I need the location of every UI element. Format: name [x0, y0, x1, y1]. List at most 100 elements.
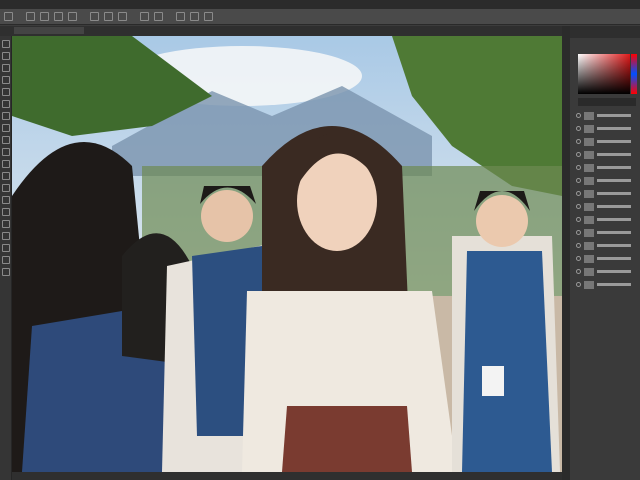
menu-bar[interactable] [0, 0, 640, 9]
layer-row[interactable] [576, 110, 638, 121]
zoom-tool-icon[interactable] [1, 256, 10, 264]
layer-row[interactable] [576, 266, 638, 277]
visibility-eye-icon[interactable] [576, 113, 581, 118]
layer-row[interactable] [576, 253, 638, 264]
document-tab[interactable] [0, 26, 562, 36]
visibility-eye-icon[interactable] [576, 243, 581, 248]
more-tools-icon[interactable] [1, 268, 10, 276]
eraser-tool-icon[interactable] [1, 148, 10, 156]
layer-name [597, 166, 631, 169]
visibility-eye-icon[interactable] [576, 230, 581, 235]
document-canvas[interactable] [12, 36, 562, 472]
visibility-eye-icon[interactable] [576, 204, 581, 209]
panel-tab-row[interactable] [578, 98, 636, 106]
visibility-eye-icon[interactable] [576, 282, 581, 287]
marquee-tool-icon[interactable] [1, 52, 10, 60]
layer-row[interactable] [576, 227, 638, 238]
layer-row[interactable] [576, 240, 638, 251]
visibility-eye-icon[interactable] [576, 126, 581, 131]
right-panels [570, 26, 640, 480]
status-bar [12, 472, 562, 480]
healing-tool-icon[interactable] [1, 100, 10, 108]
3d-mode-icon[interactable] [176, 12, 185, 21]
path-selection-tool-icon[interactable] [1, 220, 10, 228]
layer-row[interactable] [576, 162, 638, 173]
layer-thumbnail [584, 202, 594, 211]
visibility-eye-icon[interactable] [576, 191, 581, 196]
layer-name [597, 140, 631, 143]
panel-tabs[interactable] [570, 26, 640, 38]
layer-name [597, 257, 631, 260]
layer-name [597, 218, 631, 221]
option-toggle-icon[interactable] [40, 12, 49, 21]
visibility-eye-icon[interactable] [576, 217, 581, 222]
layer-thumbnail [584, 189, 594, 198]
eyedropper-tool-icon[interactable] [1, 88, 10, 96]
layer-thumbnail [584, 228, 594, 237]
layer-thumbnail [584, 124, 594, 133]
hue-slider[interactable] [631, 54, 637, 94]
clone-tool-icon[interactable] [1, 124, 10, 132]
text-tool-icon[interactable] [1, 208, 10, 216]
layer-row[interactable] [576, 136, 638, 147]
brush-tool-icon[interactable] [1, 112, 10, 120]
layer-name [597, 283, 631, 286]
layer-thumbnail [584, 163, 594, 172]
layer-name [597, 244, 631, 247]
layer-row[interactable] [576, 279, 638, 290]
tool-preset-icon[interactable] [26, 12, 35, 21]
gradient-tool-icon[interactable] [1, 160, 10, 168]
layer-name [597, 231, 631, 234]
hand-tool-icon[interactable] [1, 244, 10, 252]
crop-tool-icon[interactable] [1, 76, 10, 84]
distribute-icon[interactable] [154, 12, 163, 21]
align-left-icon[interactable] [90, 12, 99, 21]
layer-name [597, 192, 631, 195]
layer-row[interactable] [576, 175, 638, 186]
layer-thumbnail [584, 241, 594, 250]
layer-thumbnail [584, 150, 594, 159]
layer-thumbnail [584, 111, 594, 120]
tool-options-bar [0, 9, 640, 25]
document-tab-title [14, 27, 84, 34]
layer-row[interactable] [576, 201, 638, 212]
layer-thumbnail [584, 280, 594, 289]
layer-row[interactable] [576, 149, 638, 160]
layer-row[interactable] [576, 188, 638, 199]
panel-collapse-strip[interactable] [562, 26, 570, 480]
color-picker-field[interactable] [578, 54, 630, 94]
pen-tool-icon[interactable] [1, 196, 10, 204]
shape-tool-icon[interactable] [1, 232, 10, 240]
layer-name [597, 205, 631, 208]
tools-panel [0, 36, 12, 480]
layer-row[interactable] [576, 123, 638, 134]
layer-name [597, 270, 631, 273]
3d-mode-icon[interactable] [190, 12, 199, 21]
layer-name [597, 153, 631, 156]
visibility-eye-icon[interactable] [576, 165, 581, 170]
align-center-icon[interactable] [104, 12, 113, 21]
move-tool-icon[interactable] [1, 40, 10, 48]
layer-thumbnail [584, 254, 594, 263]
layer-name [597, 114, 631, 117]
lasso-tool-icon[interactable] [1, 64, 10, 72]
visibility-eye-icon[interactable] [576, 139, 581, 144]
distribute-icon[interactable] [140, 12, 149, 21]
option-toggle-icon[interactable] [68, 12, 77, 21]
blur-tool-icon[interactable] [1, 172, 10, 180]
home-icon[interactable] [4, 12, 13, 21]
3d-mode-icon[interactable] [204, 12, 213, 21]
visibility-eye-icon[interactable] [576, 256, 581, 261]
align-right-icon[interactable] [118, 12, 127, 21]
history-brush-tool-icon[interactable] [1, 136, 10, 144]
layer-thumbnail [584, 215, 594, 224]
layer-row[interactable] [576, 214, 638, 225]
option-toggle-icon[interactable] [54, 12, 63, 21]
layer-thumbnail [584, 176, 594, 185]
layer-name [597, 127, 631, 130]
canvas-artwork [12, 36, 562, 472]
visibility-eye-icon[interactable] [576, 178, 581, 183]
visibility-eye-icon[interactable] [576, 152, 581, 157]
dodge-tool-icon[interactable] [1, 184, 10, 192]
visibility-eye-icon[interactable] [576, 269, 581, 274]
